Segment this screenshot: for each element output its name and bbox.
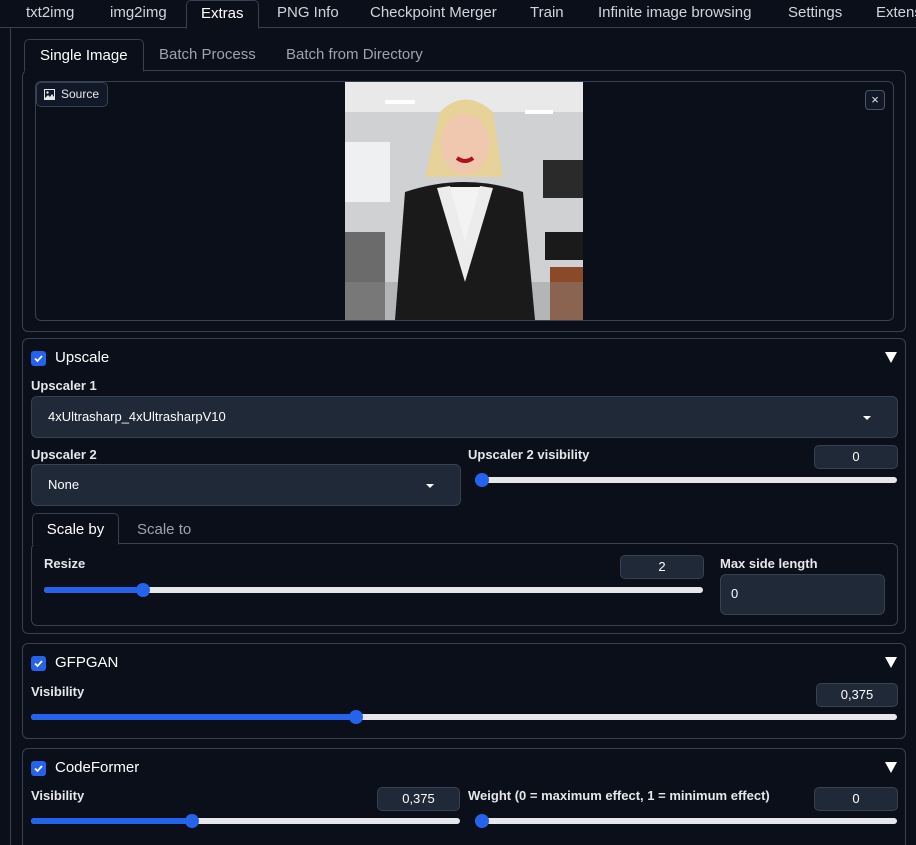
top-tab-bar: txt2img img2img Extras PNG Info Checkpoi…: [0, 0, 916, 29]
chevron-down-icon: [863, 416, 871, 420]
slider-thumb[interactable]: [475, 473, 489, 487]
tab-single-image[interactable]: Single Image: [24, 39, 144, 72]
collapse-triangle-icon[interactable]: [885, 657, 897, 668]
tab-infinite-image-browsing[interactable]: Infinite image browsing: [598, 0, 751, 28]
upscaler2-select[interactable]: None: [31, 464, 461, 506]
chevron-down-icon: [426, 484, 434, 488]
codeformer-visibility-label: Visibility: [31, 788, 85, 803]
source-label: Source: [36, 82, 109, 107]
slider-thumb[interactable]: [184, 814, 199, 828]
codeformer-panel: [22, 748, 906, 845]
codeformer-visibility-input[interactable]: 0,375: [377, 787, 460, 811]
upscaler2-visibility-slider[interactable]: [475, 473, 897, 487]
gfpgan-panel: [22, 643, 906, 739]
tab-settings[interactable]: Settings: [788, 0, 842, 28]
slider-thumb[interactable]: [135, 583, 150, 597]
close-icon: ×: [871, 92, 879, 107]
codeformer-title: CodeFormer: [55, 759, 140, 776]
check-icon: [34, 660, 43, 668]
tab-batch-process[interactable]: Batch Process: [159, 39, 256, 71]
upscaler1-value: 4xUltrasharp_4xUltrasharpV10: [48, 409, 226, 424]
collapse-triangle-icon[interactable]: [885, 762, 897, 773]
upscale-title: Upscale: [55, 349, 110, 366]
upscaler2-label: Upscaler 2: [31, 447, 97, 462]
tab-train[interactable]: Train: [530, 0, 564, 28]
codeformer-weight-slider[interactable]: [475, 814, 897, 828]
tab-extras[interactable]: Extras: [186, 0, 259, 29]
check-icon: [34, 355, 43, 363]
upscaler2-value: None: [48, 477, 80, 492]
collapse-triangle-icon[interactable]: [885, 352, 897, 363]
tab-scale-to[interactable]: Scale to: [137, 514, 191, 545]
resize-input[interactable]: 2: [620, 555, 704, 579]
upscaler1-select[interactable]: 4xUltrasharp_4xUltrasharpV10: [31, 396, 898, 438]
codeformer-checkbox[interactable]: [31, 761, 46, 776]
resize-slider[interactable]: [44, 583, 703, 597]
codeformer-weight-label: Weight (0 = maximum effect, 1 = minimum …: [468, 788, 770, 803]
tab-scale-by[interactable]: Scale by: [32, 513, 119, 545]
source-image: [345, 82, 583, 320]
gfpgan-title: GFPGAN: [55, 654, 119, 671]
codeformer-weight-input[interactable]: 0: [814, 787, 898, 811]
tab-png-info[interactable]: PNG Info: [277, 0, 339, 28]
resize-label: Resize: [44, 556, 86, 571]
tab-extensions[interactable]: Extens: [876, 0, 916, 28]
source-label-text: Source: [61, 87, 100, 101]
slider-thumb[interactable]: [475, 814, 489, 828]
tab-txt2img[interactable]: txt2img: [26, 0, 74, 28]
upscaler1-label: Upscaler 1: [31, 378, 97, 393]
tab-img2img[interactable]: img2img: [110, 0, 167, 28]
gfpgan-visibility-input[interactable]: 0,375: [816, 683, 898, 707]
max-side-length-label: Max side length: [720, 556, 818, 571]
clear-image-button[interactable]: ×: [865, 90, 885, 110]
upscaler2-visibility-input[interactable]: 0: [814, 445, 898, 469]
max-side-length-input[interactable]: 0: [720, 574, 885, 615]
upscaler2-visibility-label: Upscaler 2 visibility: [468, 447, 590, 462]
codeformer-visibility-slider[interactable]: [31, 814, 460, 828]
tab-checkpoint-merger[interactable]: Checkpoint Merger: [370, 0, 497, 28]
gfpgan-checkbox[interactable]: [31, 656, 46, 671]
tab-batch-from-directory[interactable]: Batch from Directory: [286, 39, 423, 71]
image-icon: [44, 89, 55, 100]
gfpgan-visibility-label: Visibility: [31, 684, 85, 699]
check-icon: [34, 765, 43, 773]
slider-thumb[interactable]: [348, 710, 363, 724]
upscale-checkbox[interactable]: [31, 351, 46, 366]
gfpgan-visibility-slider[interactable]: [31, 710, 897, 724]
